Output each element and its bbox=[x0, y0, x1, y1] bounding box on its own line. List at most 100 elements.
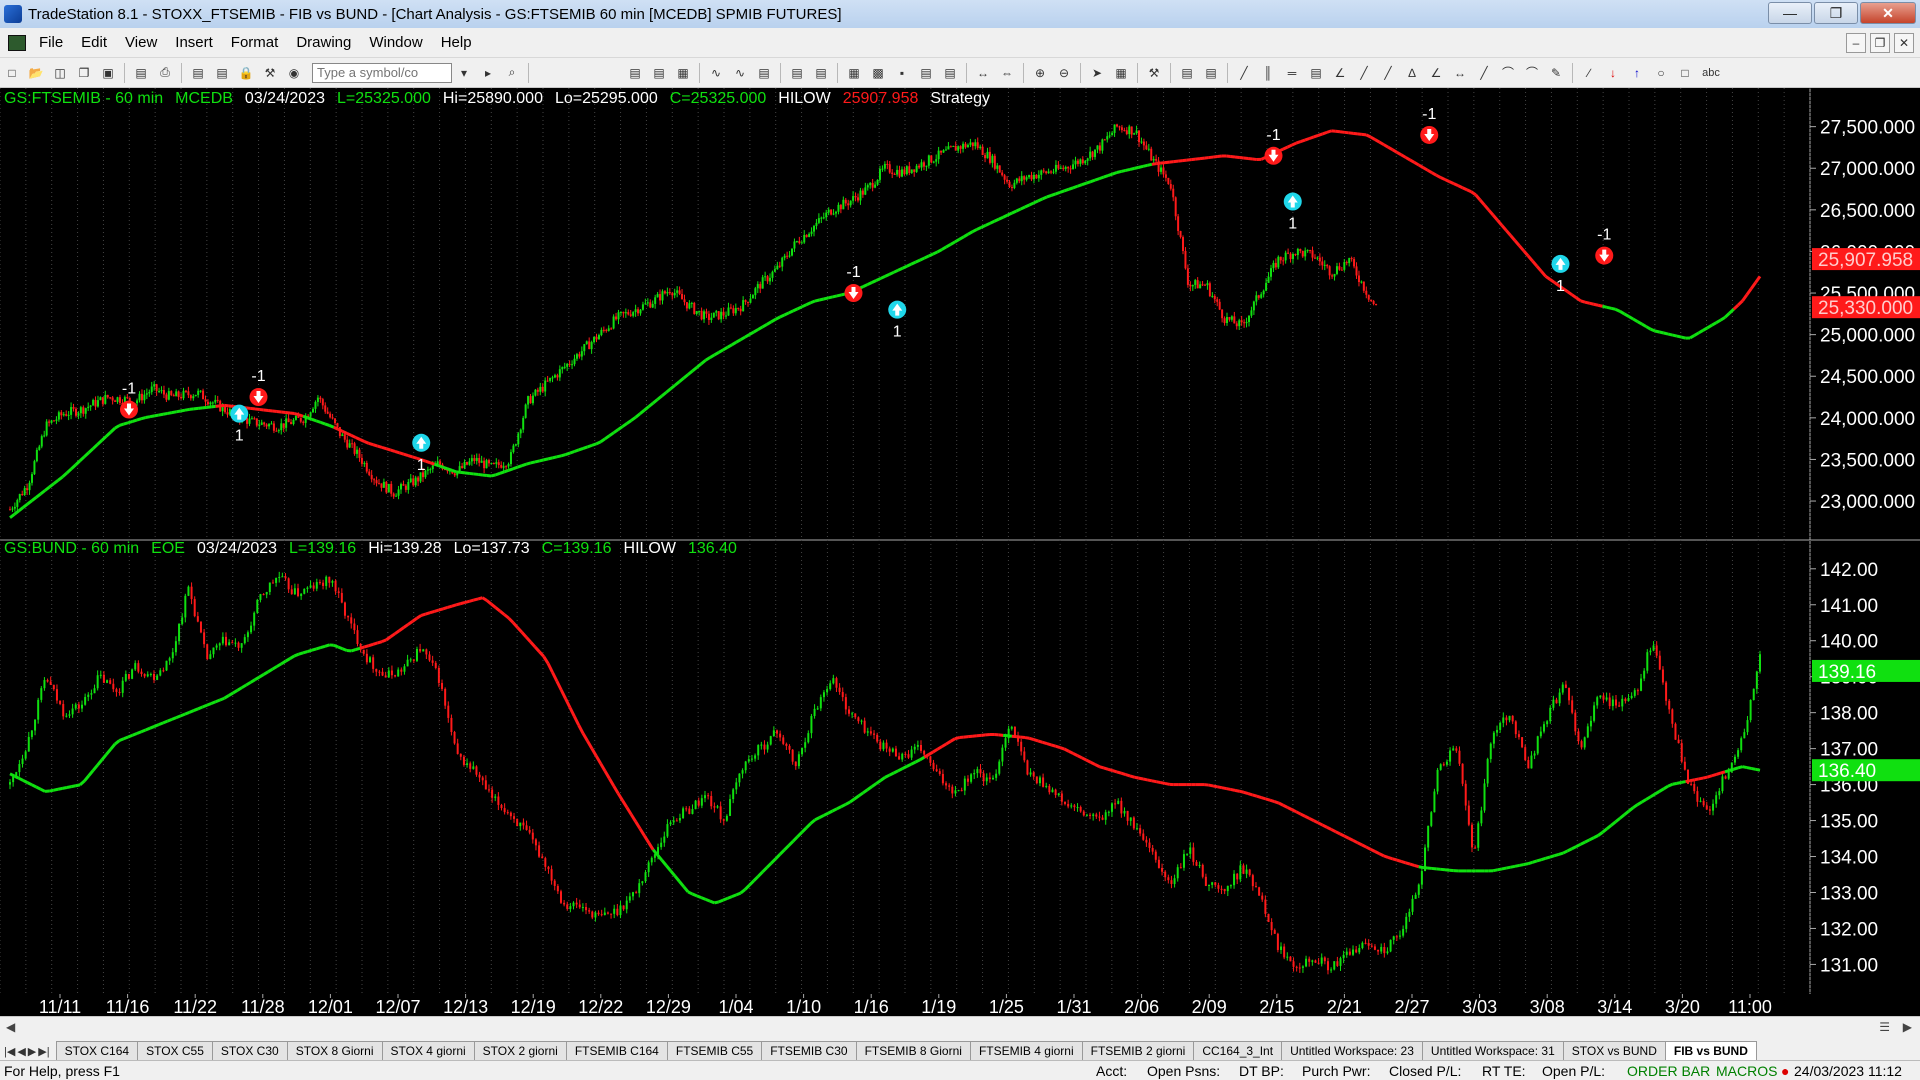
order-icon[interactable]: ▤ bbox=[1177, 63, 1197, 83]
workspace-tab[interactable]: FTSEMIB C30 bbox=[761, 1041, 857, 1060]
arc-icon[interactable]: ⌒ bbox=[1522, 63, 1542, 83]
scroll-thumb-icon[interactable]: ☰ bbox=[1879, 1020, 1890, 1034]
copy-icon[interactable]: ❐ bbox=[74, 63, 94, 83]
bar-chart-icon[interactable]: ▦ bbox=[844, 63, 864, 83]
speedline-icon[interactable]: ╱ bbox=[1378, 63, 1398, 83]
status-order-bar[interactable]: ORDER BAR bbox=[1627, 1063, 1710, 1079]
new-icon[interactable]: □ bbox=[2, 63, 22, 83]
workspace-tab[interactable]: STOX 4 giorni bbox=[381, 1041, 475, 1060]
chart-analysis-window[interactable]: 11/11 11/16 11/22 11/28 12/01 12/07 12/13 12/19… bbox=[0, 88, 1920, 1016]
zoom-in-icon[interactable]: ⊕ bbox=[1030, 63, 1050, 83]
window-cascade-icon[interactable]: ▤ bbox=[212, 63, 232, 83]
doc-minimize-button[interactable]: – bbox=[1846, 33, 1866, 53]
andrews-pitchfork-icon[interactable]: ∆ bbox=[1402, 63, 1422, 83]
angle-icon[interactable]: ∠ bbox=[1426, 63, 1446, 83]
symbol-input[interactable] bbox=[312, 62, 452, 83]
bar-spacing-icon[interactable]: ↔ bbox=[973, 63, 993, 83]
workspace-tab[interactable]: STOX C30 bbox=[211, 1041, 288, 1060]
maximize-button[interactable]: ❐ bbox=[1814, 2, 1858, 24]
fibonacci-icon[interactable]: ╱ bbox=[1354, 63, 1374, 83]
tab-prev-icon[interactable]: ◀ bbox=[17, 1045, 25, 1058]
menu-window[interactable]: Window bbox=[360, 34, 431, 51]
indicator-icon[interactable]: ▤ bbox=[916, 63, 936, 83]
workspace-tab[interactable]: FTSEMIB C55 bbox=[666, 1041, 763, 1060]
channel-icon[interactable]: ▤ bbox=[1306, 63, 1326, 83]
doc-close-button[interactable]: ✕ bbox=[1894, 33, 1914, 53]
workspace-tab[interactable]: Untitled Workspace: 31 bbox=[1421, 1041, 1564, 1060]
matrix-icon[interactable]: ▦ bbox=[673, 63, 693, 83]
ohlc-icon[interactable]: ▪ bbox=[892, 63, 912, 83]
scroll-left-icon[interactable]: ◀ bbox=[6, 1020, 15, 1034]
radarscreen-icon[interactable]: ▤ bbox=[649, 63, 669, 83]
go-arrow-icon[interactable]: ▸ bbox=[478, 63, 498, 83]
strategy-icon[interactable]: ▤ bbox=[940, 63, 960, 83]
workspace-tab[interactable]: FTSEMIB 4 giorni bbox=[969, 1041, 1083, 1060]
arrows-icon[interactable]: ↔ bbox=[1450, 63, 1470, 83]
menu-insert[interactable]: Insert bbox=[166, 34, 222, 51]
workspace-tab[interactable]: STOX 2 giorni bbox=[473, 1041, 567, 1060]
workspace-tab[interactable]: FTSEMIB 2 giorni bbox=[1081, 1041, 1195, 1060]
tools-icon[interactable]: ⚒ bbox=[260, 63, 280, 83]
candle-icon[interactable]: ▩ bbox=[868, 63, 888, 83]
symbol-dropdown-icon[interactable]: ▾ bbox=[454, 63, 474, 83]
data-tip-icon[interactable]: ▦ bbox=[1111, 63, 1131, 83]
menu-file[interactable]: File bbox=[30, 34, 72, 51]
tab-first-icon[interactable]: |◀ bbox=[4, 1045, 15, 1058]
workspace-tab[interactable]: STOX C55 bbox=[137, 1041, 213, 1060]
workspace-tab[interactable]: Untitled Workspace: 23 bbox=[1281, 1041, 1423, 1060]
menu-help[interactable]: Help bbox=[432, 34, 481, 51]
workspace-tab[interactable]: FIB vs BUND bbox=[1664, 1041, 1757, 1060]
tab-last-icon[interactable]: ▶| bbox=[38, 1045, 49, 1058]
pencil-icon[interactable]: ✎ bbox=[1546, 63, 1566, 83]
vertical-lines-icon[interactable]: ║ bbox=[1258, 63, 1278, 83]
workspace-tab[interactable]: CC164_3_Int bbox=[1193, 1041, 1283, 1060]
format-icon[interactable]: ▤ bbox=[787, 63, 807, 83]
chart-analysis-icon[interactable]: ▤ bbox=[625, 63, 645, 83]
horizontal-lines-icon[interactable]: ═ bbox=[1282, 63, 1302, 83]
open-workspace-icon[interactable]: ◫ bbox=[50, 63, 70, 83]
zoom-out-icon[interactable]: ⊖ bbox=[1054, 63, 1074, 83]
workspace-tab[interactable]: FTSEMIB 8 Giorni bbox=[855, 1041, 971, 1060]
gann-icon[interactable]: ∠ bbox=[1330, 63, 1350, 83]
workspace-tab[interactable]: STOX C164 bbox=[55, 1041, 139, 1060]
print-icon[interactable]: ⎙ bbox=[155, 63, 175, 83]
pointer-icon[interactable]: ➤ bbox=[1087, 63, 1107, 83]
menu-format[interactable]: Format bbox=[222, 34, 288, 51]
arrow-up-icon[interactable]: ↑ bbox=[1627, 63, 1647, 83]
trendline-icon[interactable]: ╱ bbox=[1234, 63, 1254, 83]
open-icon[interactable]: 📂 bbox=[26, 63, 46, 83]
save-icon[interactable]: ▣ bbox=[98, 63, 118, 83]
scroll-icon[interactable]: ⇔ bbox=[997, 63, 1017, 83]
hammer-icon[interactable]: ⚒ bbox=[1144, 63, 1164, 83]
workspace-icon[interactable]: ▤ bbox=[811, 63, 831, 83]
minimize-button[interactable]: — bbox=[1768, 2, 1812, 24]
rectangle-icon[interactable]: □ bbox=[1675, 63, 1695, 83]
workspace-tab[interactable]: STOX 8 Giorni bbox=[286, 1041, 383, 1060]
symbol-lookup-icon[interactable]: ⌕ bbox=[502, 63, 522, 83]
menu-view[interactable]: View bbox=[116, 34, 166, 51]
close-button[interactable]: ✕ bbox=[1860, 2, 1916, 24]
window-tile-icon[interactable]: ▤ bbox=[188, 63, 208, 83]
arrow-down-icon[interactable]: ↓ bbox=[1603, 63, 1623, 83]
tab-next-icon[interactable]: ▶ bbox=[28, 1045, 36, 1058]
chart-document-icon[interactable] bbox=[8, 34, 26, 51]
analysis-icon[interactable]: ▤ bbox=[754, 63, 774, 83]
workspace-tab[interactable]: FTSEMIB C164 bbox=[565, 1041, 668, 1060]
doc-restore-button[interactable]: ❐ bbox=[1870, 33, 1890, 53]
status-macros[interactable]: MACROS bbox=[1716, 1063, 1777, 1079]
scroll-right-icon[interactable]: ▶ bbox=[1903, 1020, 1912, 1034]
line-chart-icon[interactable]: ∿ bbox=[706, 63, 726, 83]
account-icon[interactable]: ▤ bbox=[1201, 63, 1221, 83]
scanner-icon[interactable]: ∿ bbox=[730, 63, 750, 83]
cycle-icon[interactable]: ⌒ bbox=[1498, 63, 1518, 83]
menu-edit[interactable]: Edit bbox=[72, 34, 116, 51]
freehand-icon[interactable]: ∕ bbox=[1579, 63, 1599, 83]
ellipse-icon[interactable]: ○ bbox=[1651, 63, 1671, 83]
horizontal-scrollbar[interactable]: ◀ ☰ ▶ bbox=[0, 1016, 1920, 1038]
text-icon[interactable]: abc bbox=[1699, 63, 1723, 83]
lock-icon[interactable]: 🔒 bbox=[236, 63, 256, 83]
menu-drawing[interactable]: Drawing bbox=[287, 34, 360, 51]
print-preview-icon[interactable]: ▤ bbox=[131, 63, 151, 83]
workspace-tab[interactable]: STOX vs BUND bbox=[1562, 1041, 1666, 1060]
globe-icon[interactable]: ◉ bbox=[284, 63, 304, 83]
